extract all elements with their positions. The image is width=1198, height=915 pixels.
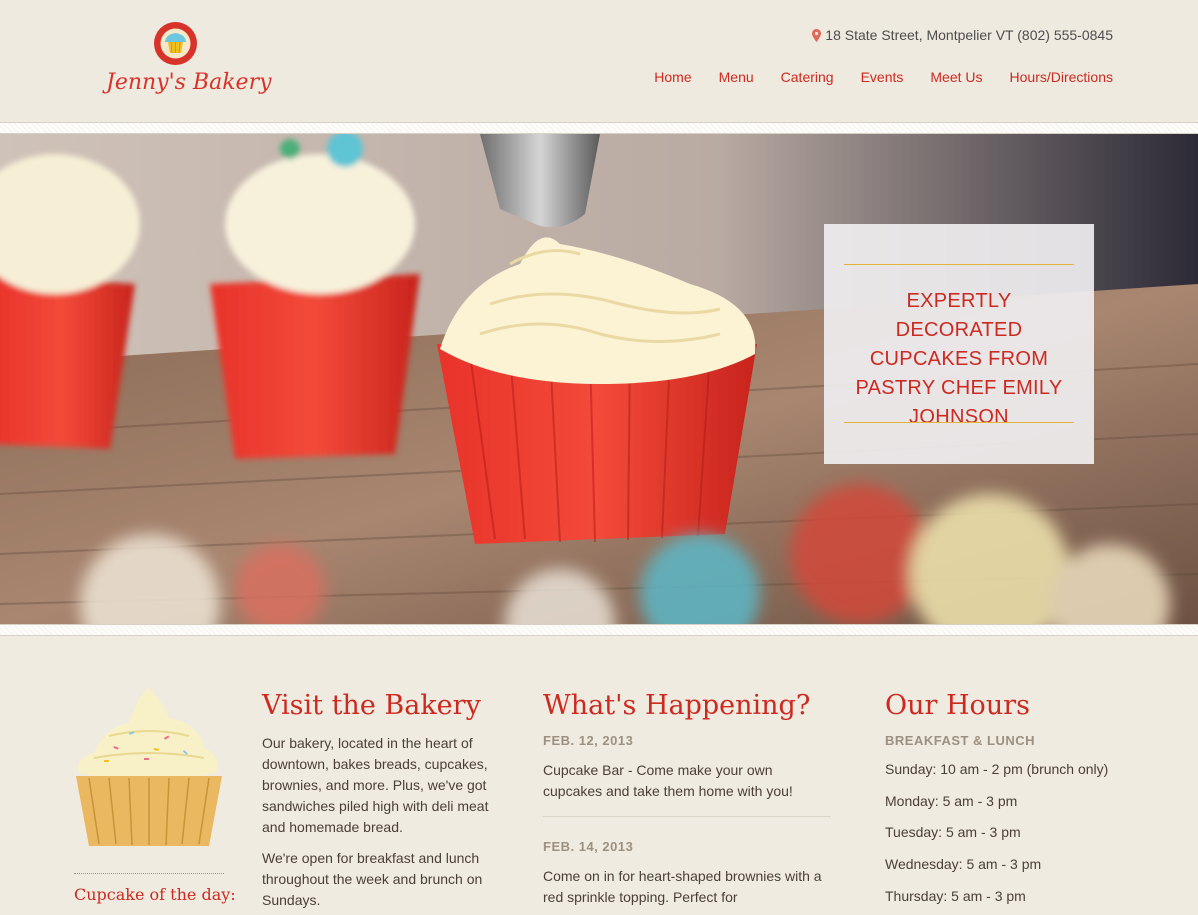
visit-paragraph: Our bakery, located in the heart of down… — [262, 735, 489, 835]
site-header: Jenny's Bakery 18 State Street, Montpeli… — [0, 0, 1198, 122]
hero-bottom-border — [0, 624, 1198, 636]
address-text: 18 State Street, Montpelier VT (802) 555… — [825, 27, 1113, 43]
cupcake-logo-icon — [154, 22, 197, 65]
hours-row: Monday: 5 am - 3 pm — [885, 793, 1018, 809]
address: 18 State Street, Montpelier VT (802) 555… — [812, 27, 1113, 43]
hero-callout-bottom-rule — [844, 422, 1074, 423]
hero-title: Expertly decorated cupcakes from pastry … — [855, 290, 1063, 428]
event-date: Feb. 12, 2013 — [543, 733, 634, 748]
nav-home[interactable]: Home — [654, 69, 691, 85]
cupcake-of-the-day-image[interactable] — [74, 688, 224, 855]
hours-row: Sunday: 10 am - 2 pm (brunch only) — [885, 761, 1109, 777]
hours-row: Thursday: 5 am - 3 pm — [885, 888, 1026, 904]
hours-subheading: Breakfast & Lunch — [885, 733, 1036, 748]
event-divider — [543, 816, 831, 817]
cupcake-of-the-day-label: Cupcake of the day: — [74, 885, 236, 904]
logo-text: Jenny's Bakery — [106, 70, 272, 95]
event-item[interactable]: Feb. 12, 2013 Cupcake Bar - Come make yo… — [543, 733, 833, 802]
visit-paragraph: We're open for breakfast and lunch throu… — [262, 850, 483, 908]
hours-row: Wednesday: 5 am - 3 pm — [885, 856, 1042, 872]
event-text: Come on in for heart-shaped brownies wit… — [543, 868, 822, 905]
hours-section: Our Hours Breakfast & Lunch Sunday: 10 a… — [885, 690, 1145, 907]
visit-section: Visit the Bakery Our bakery, located in … — [262, 690, 497, 911]
event-text: Cupcake Bar - Come make your own cupcake… — [543, 762, 793, 799]
hours-row: Tuesday: 5 am - 3 pm — [885, 824, 1021, 840]
events-section: What's Happening? Feb. 12, 2013 Cupcake … — [543, 690, 833, 908]
nav-events[interactable]: Events — [861, 69, 904, 85]
sidebar-divider — [74, 873, 224, 874]
hero-top-border — [0, 122, 1198, 134]
nav-menu[interactable]: Menu — [719, 69, 754, 85]
visit-heading: Visit the Bakery — [262, 690, 481, 721]
nav-catering[interactable]: Catering — [781, 69, 834, 85]
nav-hours-directions[interactable]: Hours/Directions — [1010, 69, 1113, 85]
main-nav: Home Menu Catering Events Meet Us Hours/… — [654, 69, 1113, 85]
logo[interactable]: Jenny's Bakery — [106, 20, 272, 106]
event-item[interactable]: Feb. 14, 2013 Come on in for heart-shape… — [543, 839, 833, 908]
map-pin-icon — [812, 28, 822, 42]
hours-heading: Our Hours — [885, 690, 1030, 721]
events-heading: What's Happening? — [543, 690, 811, 721]
hero-callout-top-rule — [844, 264, 1074, 265]
nav-meet-us[interactable]: Meet Us — [930, 69, 982, 85]
hero-callout: Expertly decorated cupcakes from pastry … — [824, 224, 1094, 464]
hero-banner: Expertly decorated cupcakes from pastry … — [0, 134, 1198, 624]
event-date: Feb. 14, 2013 — [543, 839, 634, 854]
